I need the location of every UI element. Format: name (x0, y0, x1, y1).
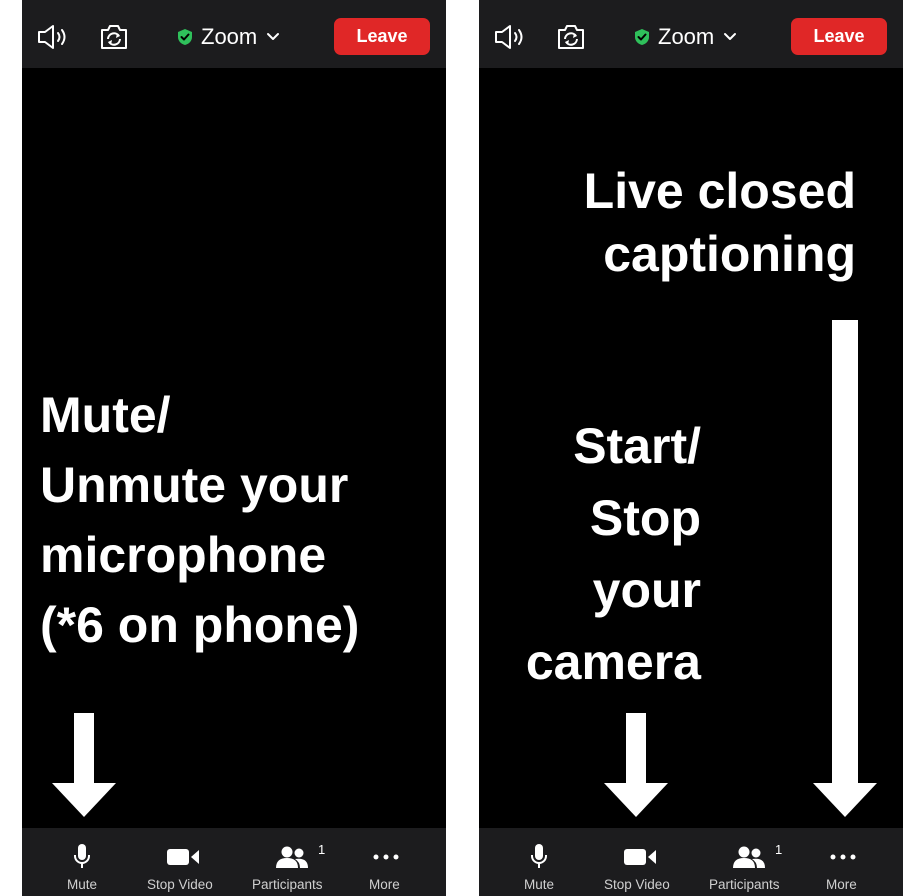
arrow-down-long-icon (813, 320, 877, 817)
speaker-icon[interactable] (36, 24, 72, 50)
participants-count-badge: 1 (318, 842, 326, 857)
mute-button[interactable]: Mute (515, 828, 563, 896)
stop-video-label: Stop Video (147, 877, 213, 892)
camera-switch-icon[interactable] (555, 23, 587, 51)
more-label: More (826, 877, 857, 892)
arrow-down-icon (604, 713, 668, 817)
meeting-title: Zoom (658, 24, 715, 49)
video-camera-icon (166, 842, 200, 872)
zoom-screen-right: Zoom Leave Live closed captioning Start/… (479, 0, 903, 896)
meeting-title-menu[interactable]: Zoom (634, 23, 737, 51)
more-dots-icon (829, 842, 857, 872)
meeting-title: Zoom (201, 24, 258, 49)
zoom-screen-left: Zoom Leave Mute/ Unmute your microphone … (22, 0, 446, 896)
stop-video-button[interactable]: Stop Video (142, 828, 222, 896)
more-button[interactable]: More (819, 828, 867, 896)
participants-count-badge: 1 (775, 842, 783, 857)
microphone-icon (529, 842, 549, 872)
stop-video-button[interactable]: Stop Video (599, 828, 679, 896)
speaker-icon[interactable] (493, 24, 529, 50)
video-camera-icon (623, 842, 657, 872)
annotation-captions: Live closed captioning (583, 163, 856, 282)
shield-check-icon (635, 29, 649, 45)
more-label: More (369, 877, 400, 892)
leave-button[interactable]: Leave (791, 18, 887, 55)
leave-button[interactable]: Leave (334, 18, 430, 55)
arrow-down-icon (52, 713, 116, 817)
chevron-down-icon (724, 33, 737, 40)
meeting-title-menu[interactable]: Zoom (177, 23, 280, 51)
microphone-icon (72, 842, 92, 872)
participants-label: Participants (709, 877, 780, 892)
camera-switch-icon[interactable] (98, 23, 130, 51)
top-bar: Zoom Leave (479, 0, 903, 68)
annotation-mute: Mute/ Unmute your microphone (*6 on phon… (40, 387, 360, 653)
participants-label: Participants (252, 877, 323, 892)
participants-button[interactable]: 1 Participants (250, 828, 334, 896)
participants-icon (732, 842, 766, 872)
meeting-toolbar: Mute Stop Video 1 Participants More (22, 828, 446, 896)
mute-label: Mute (67, 877, 98, 892)
more-dots-icon (372, 842, 400, 872)
mute-button[interactable]: Mute (58, 828, 106, 896)
participants-icon (275, 842, 309, 872)
top-bar: Zoom Leave (22, 0, 446, 68)
shield-check-icon (178, 29, 192, 45)
chevron-down-icon (267, 33, 280, 40)
meeting-toolbar: Mute Stop Video 1 Participants More (479, 828, 903, 896)
stop-video-label: Stop Video (604, 877, 670, 892)
participants-button[interactable]: 1 Participants (707, 828, 791, 896)
more-button[interactable]: More (362, 828, 410, 896)
annotation-camera: Start/ Stop your camera (525, 418, 701, 690)
mute-label: Mute (524, 877, 555, 892)
